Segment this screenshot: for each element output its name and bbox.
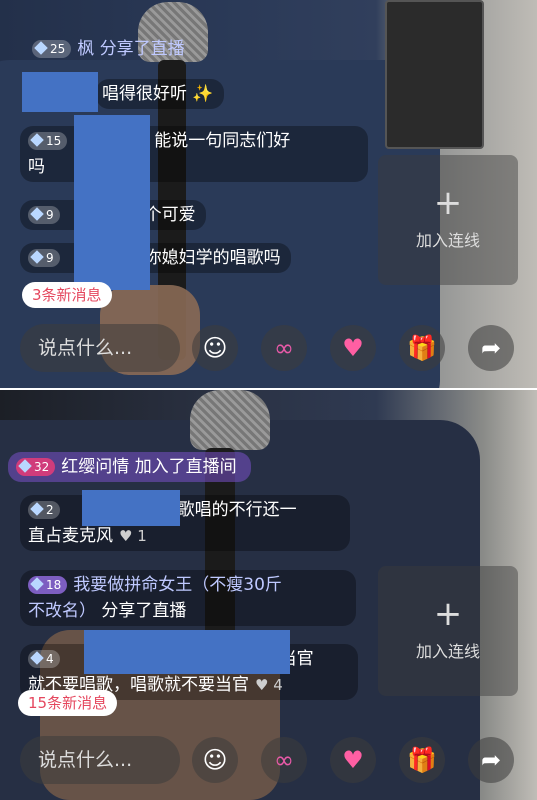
like-count: ♥ 1 (119, 527, 147, 545)
redacted-username (22, 72, 98, 112)
heart-icon: ♥ (342, 334, 364, 362)
share-icon: ➦ (480, 746, 502, 774)
like-button[interactable]: ♥ (330, 325, 376, 371)
join-link-mic-label: 加入连线 (415, 642, 480, 661)
like-button[interactable]: ♥ (330, 737, 376, 783)
chat-message: 25 枫 分享了直播 (24, 34, 195, 64)
chat-message: 9 跟你媳妇学的唱歌吗 (20, 243, 291, 273)
emoji-button[interactable]: ☺ (192, 737, 238, 783)
live-panel-bottom: 32 红缨问情 加入了直播间 2 歌唱的不行还一 直占麦克风 ♥ 1 18 我要做拼命女… (0, 390, 537, 800)
chat-message: 唱得很好听 ✨ (96, 79, 224, 109)
gift-icon: 🎁 (407, 746, 437, 774)
share-button[interactable]: ➦ (468, 737, 514, 783)
gift-button[interactable]: 🎁 (399, 737, 445, 783)
join-link-mic-card[interactable]: + 加入连线 (378, 155, 518, 285)
speaker-equipment (385, 0, 484, 149)
level-badge: 25 (32, 40, 72, 58)
level-badge: 15 (28, 132, 68, 150)
link-icon: ∞ (274, 334, 294, 362)
live-panel-top: 25 枫 分享了直播 唱得很好听 ✨ 15 ：能说一句同志们好 吗 9 这个可爱 9跟… (0, 0, 537, 388)
gem-icon (30, 250, 44, 264)
link-mic-button[interactable]: ∞ (261, 325, 307, 371)
redacted-username (82, 490, 180, 526)
smile-icon: ☺ (202, 334, 228, 362)
new-messages-pill[interactable]: 3条新消息 (22, 282, 112, 308)
gem-icon (30, 207, 44, 221)
join-link-mic-card[interactable]: + 加入连线 (378, 566, 518, 696)
gem-icon (30, 651, 44, 665)
new-messages-pill[interactable]: 15条新消息 (18, 690, 118, 716)
chat-message: 18 我要做拼命女王（不瘦30斤 不改名） 分享了直播 (20, 570, 356, 626)
gem-icon (34, 41, 48, 55)
link-mic-button[interactable]: ∞ (261, 737, 307, 783)
level-badge: 9 (28, 206, 60, 224)
gem-icon (30, 133, 44, 147)
gift-button[interactable]: 🎁 (399, 325, 445, 371)
link-icon: ∞ (274, 746, 294, 774)
redacted-username (84, 630, 290, 674)
gem-icon (30, 502, 44, 516)
gift-icon: 🎁 (407, 334, 437, 362)
microphone-head (190, 390, 270, 450)
like-count: ♥ 4 (255, 676, 283, 694)
share-icon: ➦ (480, 334, 502, 362)
chat-message: 2 歌唱的不行还一 直占麦克风 ♥ 1 (20, 495, 350, 551)
level-badge: 32 (16, 458, 56, 476)
comment-input[interactable]: 说点什么... (20, 324, 180, 372)
emoji-button[interactable]: ☺ (192, 325, 238, 371)
share-button[interactable]: ➦ (468, 325, 514, 371)
comment-input[interactable]: 说点什么... (20, 736, 180, 784)
level-badge: 4 (28, 650, 60, 668)
level-badge: 18 (28, 576, 68, 594)
plus-icon: + (433, 183, 463, 223)
heart-icon: ♥ (342, 746, 364, 774)
chat-message: 32 红缨问情 加入了直播间 (8, 452, 251, 482)
redacted-username (74, 115, 150, 290)
plus-icon: + (433, 594, 463, 634)
level-badge: 2 (28, 501, 60, 519)
gem-icon (18, 459, 32, 473)
trophy-emoji-icon: ✨ (187, 84, 214, 104)
level-badge: 9 (28, 249, 60, 267)
smile-icon: ☺ (202, 746, 228, 774)
gem-icon (30, 577, 44, 591)
join-link-mic-label: 加入连线 (415, 231, 480, 250)
chat-message: 15 ：能说一句同志们好 吗 (20, 126, 368, 182)
